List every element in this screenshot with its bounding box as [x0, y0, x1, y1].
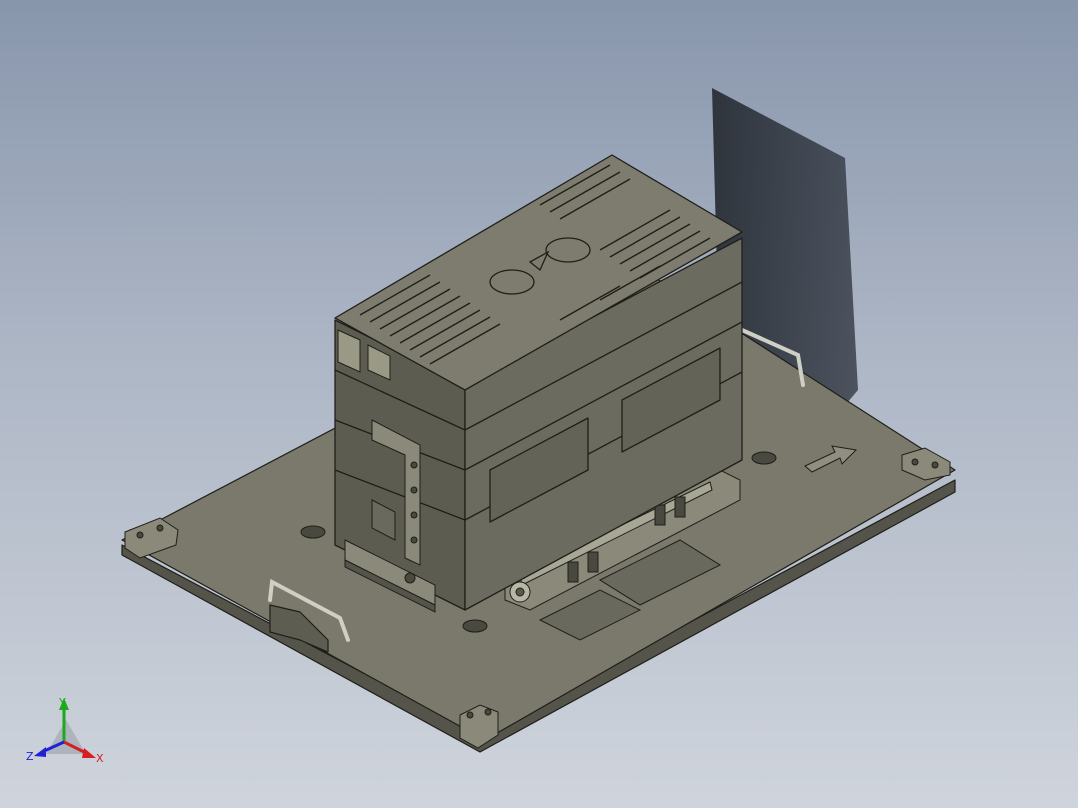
coordinate-triad: Y X Z: [26, 696, 104, 765]
z-axis-head: [34, 747, 46, 757]
3d-model-view[interactable]: [0, 0, 1078, 808]
y-axis-label: Y: [58, 696, 66, 709]
x-axis-label: X: [96, 752, 104, 765]
cad-viewport[interactable]: Y X Z: [0, 0, 1078, 808]
x-axis-head: [82, 748, 96, 758]
z-axis-label: Z: [26, 750, 34, 763]
